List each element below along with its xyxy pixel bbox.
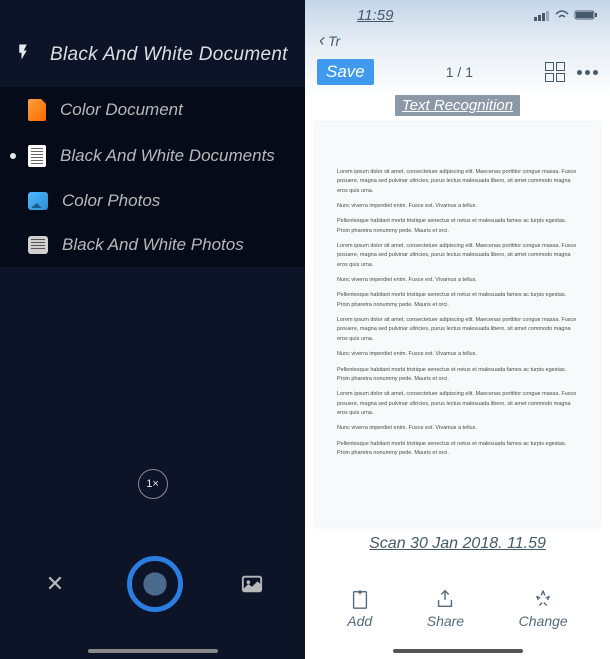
doc-paragraph: Lorem ipsum dolor sit amet, consectetuer…: [337, 316, 578, 344]
add-icon: [348, 587, 372, 611]
change-icon: [531, 587, 555, 611]
flash-icon[interactable]: [14, 40, 32, 69]
text-recognition-badge[interactable]: Text Recognition: [395, 95, 520, 116]
mode-menu-item[interactable]: Black And White Photos: [0, 223, 305, 267]
mode-menu-label: Color Document: [60, 100, 183, 120]
add-button[interactable]: Add: [347, 587, 372, 629]
doc-paragraph: Pellentesque habitant morbi tristique se…: [337, 440, 578, 459]
mode-menu-item[interactable]: Color Photos: [0, 179, 305, 223]
grid-view-icon[interactable]: [545, 62, 565, 82]
doc-paragraph: Nunc viverra imperdiet enim. Fusce est. …: [337, 202, 578, 211]
chevron-left-icon: ‹: [319, 30, 325, 51]
more-icon[interactable]: [577, 70, 598, 75]
doc-color-icon: [28, 99, 46, 121]
mode-menu-label: Color Photos: [62, 191, 160, 211]
status-bar: 11:59: [305, 0, 610, 30]
doc-paragraph: Lorem ipsum dolor sit amet, consectetuer…: [337, 168, 578, 196]
doc-paragraph: Pellentesque habitant morbi tristique se…: [337, 217, 578, 236]
back-button[interactable]: ‹ Tr: [305, 30, 610, 55]
camera-panel: Nunc viverra imperdiet enim. Fusce est. …: [0, 0, 305, 659]
doc-paragraph: Nunc viverra imperdiet enim. Fusce est. …: [337, 424, 578, 433]
photo-color-icon: [28, 192, 48, 210]
doc-paragraph: Lorem ipsum dolor sit amet, consectetuer…: [337, 242, 578, 270]
home-indicator: [88, 649, 218, 653]
home-indicator: [393, 649, 523, 653]
doc-bw-icon: [28, 145, 46, 167]
close-button[interactable]: ✕: [40, 571, 70, 597]
share-button[interactable]: Share: [427, 587, 464, 629]
page-counter: 1 / 1: [446, 64, 473, 80]
mode-menu-item[interactable]: Black And White Documents: [0, 133, 305, 179]
zoom-badge[interactable]: 1×: [138, 469, 168, 499]
share-icon: [433, 587, 457, 611]
change-button[interactable]: Change: [519, 587, 568, 629]
doc-paragraph: Lorem ipsum dolor sit amet, consectetuer…: [337, 390, 578, 418]
mode-menu-label: Black And White Photos: [62, 235, 244, 255]
filename-label[interactable]: Scan 30 Jan 2018. 11.59: [305, 535, 610, 553]
status-time: 11:59: [357, 7, 393, 24]
gallery-button[interactable]: [239, 573, 265, 595]
doc-paragraph: Nunc viverra imperdiet enim. Fusce est. …: [337, 350, 578, 359]
document-panel: 11:59 ‹ Tr Save 1 / 1 Text Recognition L…: [305, 0, 610, 659]
doc-paragraph: Pellentesque habitant morbi tristique se…: [337, 291, 578, 310]
status-bar: [0, 0, 305, 20]
doc-paragraph: Nunc viverra imperdiet enim. Fusce est. …: [337, 276, 578, 285]
mode-menu: Color Document Black And White Documents C…: [0, 87, 305, 267]
mode-menu-label: Black And White Documents: [60, 146, 275, 166]
mode-title[interactable]: Black And White Document Car: [50, 44, 291, 66]
mode-menu-item[interactable]: Color Document: [0, 87, 305, 133]
status-icons: [534, 9, 598, 21]
scanned-document[interactable]: Lorem ipsum dolor sit amet, consectetuer…: [315, 122, 600, 527]
shutter-button[interactable]: [127, 556, 183, 612]
save-button[interactable]: Save: [317, 59, 374, 85]
doc-paragraph: Pellentesque habitant morbi tristique se…: [337, 366, 578, 385]
photo-bw-icon: [28, 236, 48, 254]
